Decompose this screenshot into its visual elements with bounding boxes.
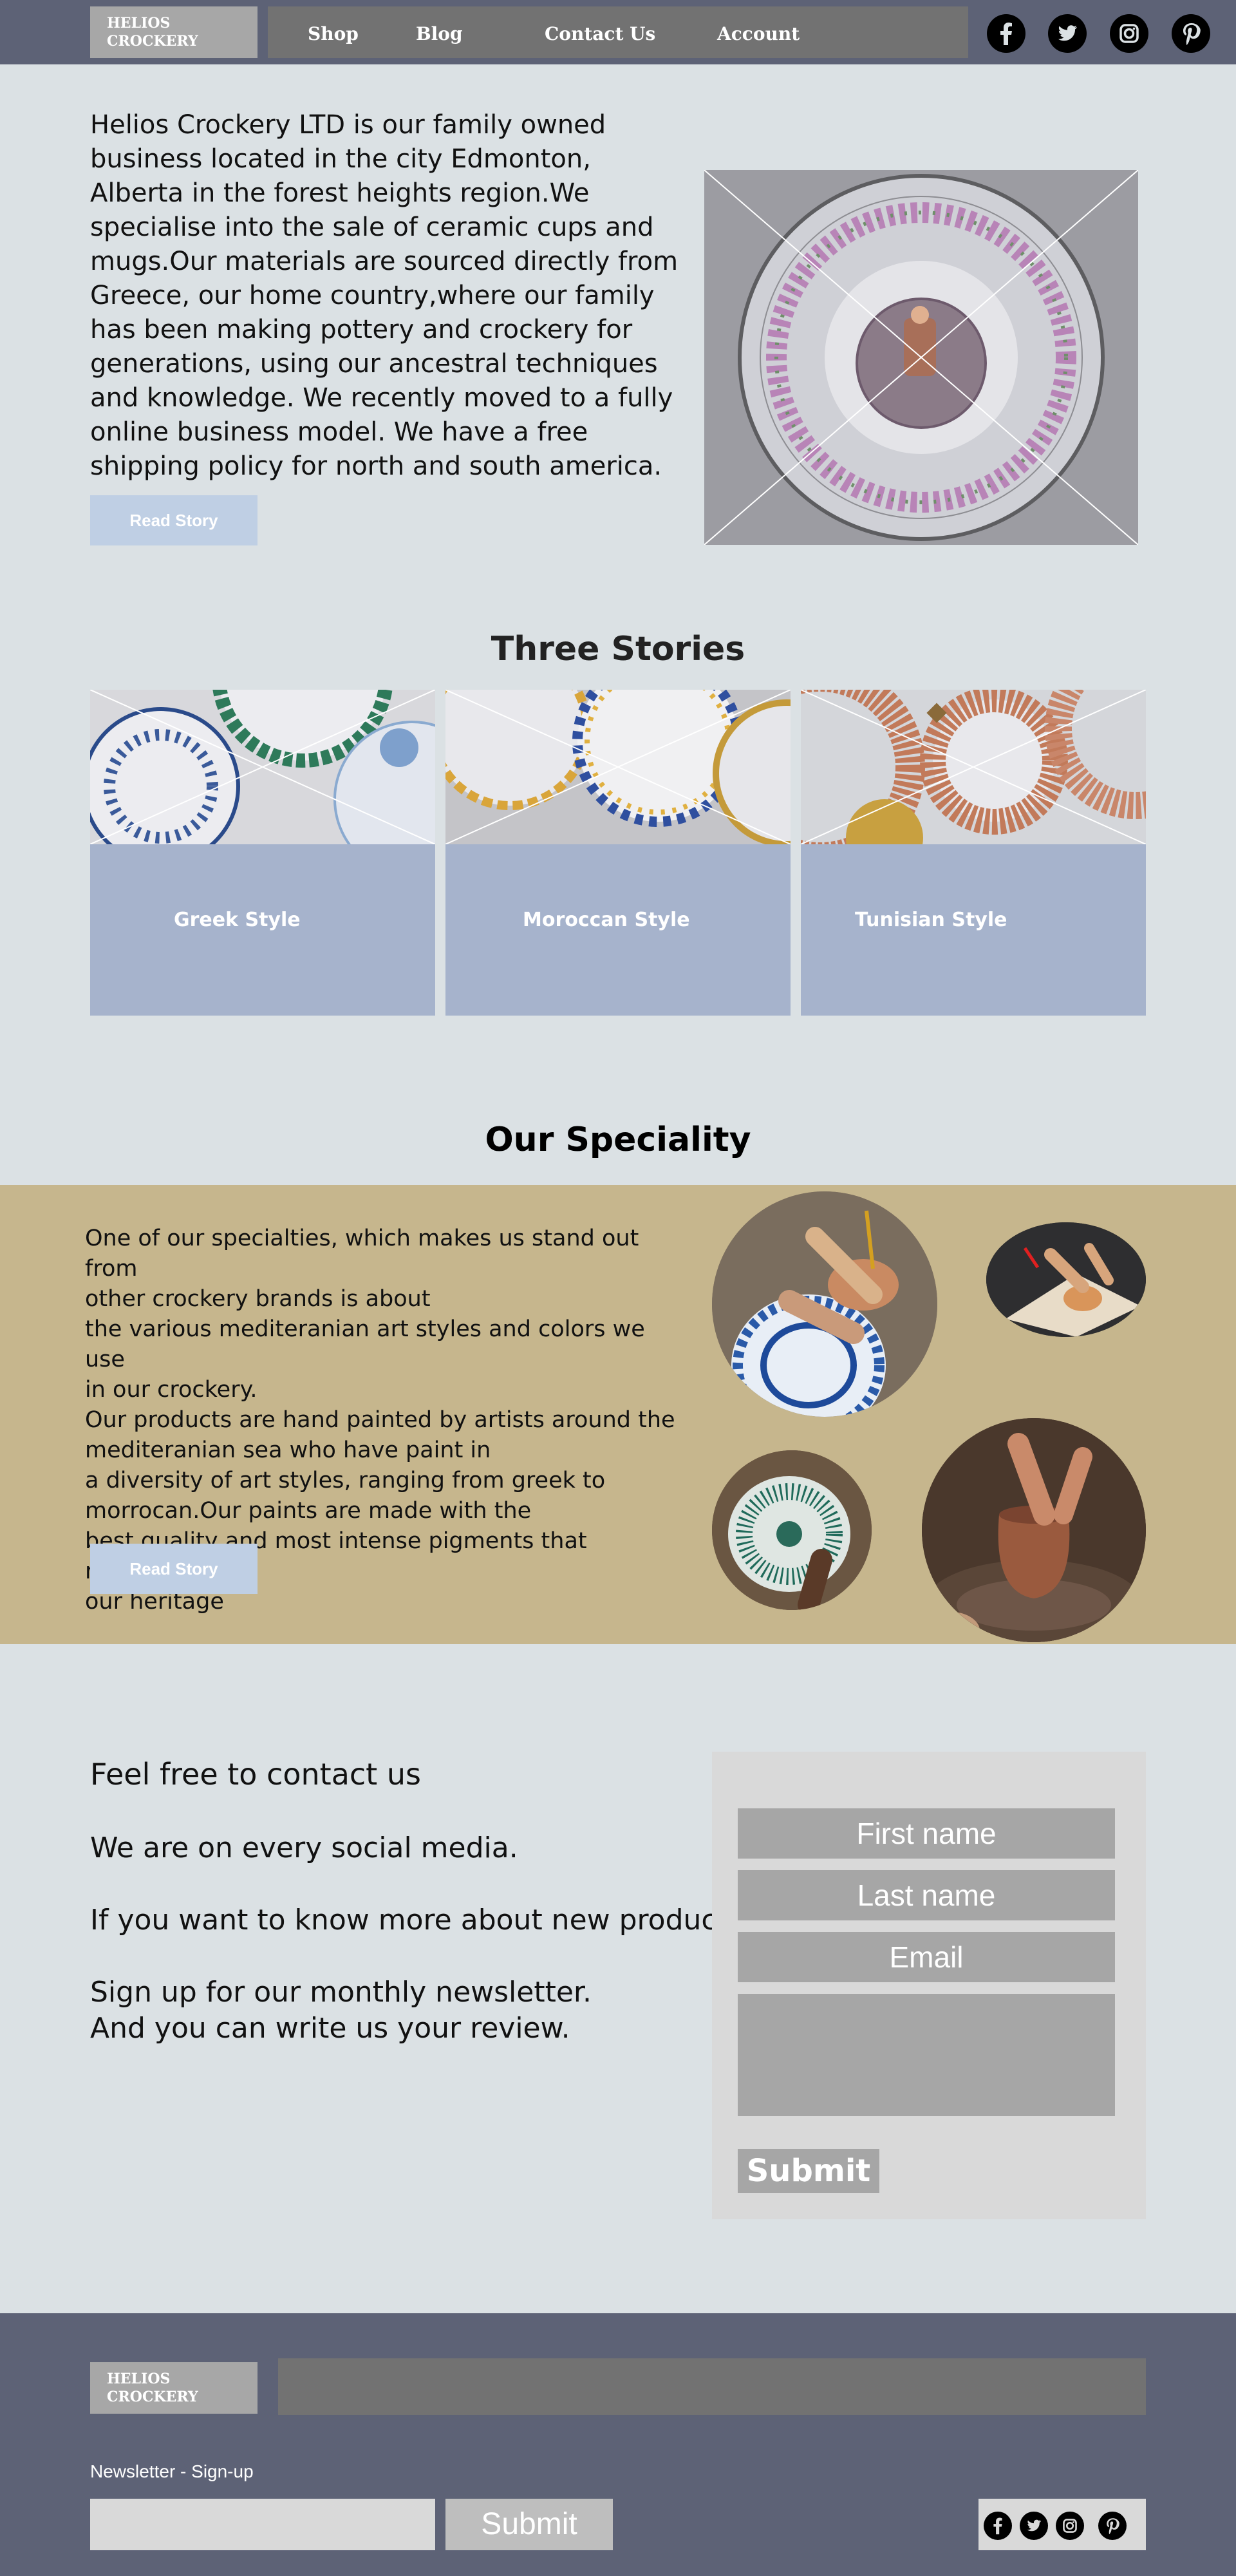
- pottery-wheel-photo: [922, 1418, 1146, 1642]
- nav-menu: Shop Blog Contact Us Account: [268, 6, 968, 58]
- painting-vase-photo: [712, 1191, 937, 1417]
- speciality-line: morrocan.Our paints are made with the: [85, 1498, 532, 1524]
- intro-paragraph: Helios Crockery LTD is our family owned …: [90, 110, 679, 481]
- twitter-icon[interactable]: [1020, 2512, 1048, 2540]
- footer-social-icons: [979, 2499, 1146, 2550]
- twitter-icon[interactable]: [1048, 14, 1087, 53]
- pinterest-icon[interactable]: [1098, 2512, 1127, 2540]
- three-stories-title: Three Stories: [491, 630, 745, 668]
- speciality-line: the various mediteranian art styles and …: [85, 1316, 645, 1372]
- speciality-line: Our products are hand painted by artists…: [85, 1407, 675, 1433]
- newsletter-email-input[interactable]: [90, 2499, 435, 2550]
- newsletter-label: Newsletter - Sign-up: [90, 2461, 254, 2481]
- card-label-moroccan: Moroccan Style: [523, 909, 690, 931]
- card-label-tunisian: Tunisian Style: [855, 909, 1007, 931]
- logo-line-1: HELIOS: [107, 15, 171, 32]
- last-name-field[interactable]: Last name: [738, 1870, 1115, 1920]
- nav-link-shop[interactable]: Shop: [308, 23, 359, 44]
- speciality-line: a diversity of art styles, ranging from …: [85, 1468, 606, 1493]
- instagram-icon[interactable]: [1110, 14, 1148, 53]
- facebook-icon[interactable]: [987, 14, 1025, 53]
- read-story-button[interactable]: Read Story: [90, 495, 258, 545]
- contact-form: First name Last name Email Submit: [712, 1752, 1146, 2219]
- logo-line-2: CROCKERY: [107, 33, 198, 50]
- contact-line-review: And you can write us your review.: [90, 2012, 570, 2045]
- painting-plate-photo: [712, 1450, 872, 1610]
- email-field[interactable]: Email: [738, 1932, 1115, 1982]
- newsletter-submit-button[interactable]: Submit: [445, 2499, 613, 2550]
- card-label-greek: Greek Style: [174, 909, 301, 931]
- tunisian-style-image: [801, 690, 1146, 844]
- footer-logo-line-2: CROCKERY: [107, 2389, 198, 2405]
- our-speciality-title: Our Speciality: [485, 1121, 751, 1159]
- contact-line-social: We are on every social media.: [90, 1832, 518, 1864]
- footer-nav-bar: [278, 2358, 1146, 2415]
- speciality-line: mediteranian sea who have paint in: [85, 1437, 491, 1463]
- contact-line-products: If you want to know more about new produ…: [90, 1904, 743, 1937]
- speciality-line: One of our specialties, which makes us s…: [85, 1226, 639, 1282]
- footer-logo-line-1: HELIOS: [107, 2371, 171, 2387]
- speciality-line: other crockery brands is about: [85, 1286, 431, 1312]
- message-field[interactable]: [738, 1994, 1115, 2116]
- facebook-icon[interactable]: [984, 2512, 1012, 2540]
- footer-logo[interactable]: HELIOS CROCKERY: [90, 2362, 258, 2414]
- plate-image: [704, 170, 1138, 545]
- contact-heading: Feel free to contact us: [90, 1757, 421, 1792]
- story-card-moroccan[interactable]: Moroccan Style: [445, 690, 791, 1016]
- speciality-line: in our crockery.: [85, 1377, 258, 1403]
- logo[interactable]: HELIOS CROCKERY: [90, 6, 258, 58]
- nav-link-account[interactable]: Account: [717, 23, 800, 44]
- contact-line-newsletter: Sign up for our monthly newsletter.: [90, 1976, 592, 2009]
- pinterest-icon[interactable]: [1172, 14, 1210, 53]
- story-card-greek[interactable]: Greek Style: [90, 690, 435, 1016]
- instagram-icon[interactable]: [1056, 2512, 1084, 2540]
- speciality-read-story-button[interactable]: Read Story: [90, 1544, 258, 1594]
- painting-mug-photo: [986, 1222, 1146, 1337]
- moroccan-style-image: [445, 690, 791, 844]
- greek-style-image: [90, 690, 435, 844]
- nav-link-blog[interactable]: Blog: [416, 23, 463, 44]
- first-name-field[interactable]: First name: [738, 1808, 1115, 1859]
- story-card-tunisian[interactable]: Tunisian Style: [801, 690, 1146, 1016]
- submit-button[interactable]: Submit: [738, 2149, 879, 2193]
- nav-link-contact-us[interactable]: Contact Us: [545, 23, 655, 44]
